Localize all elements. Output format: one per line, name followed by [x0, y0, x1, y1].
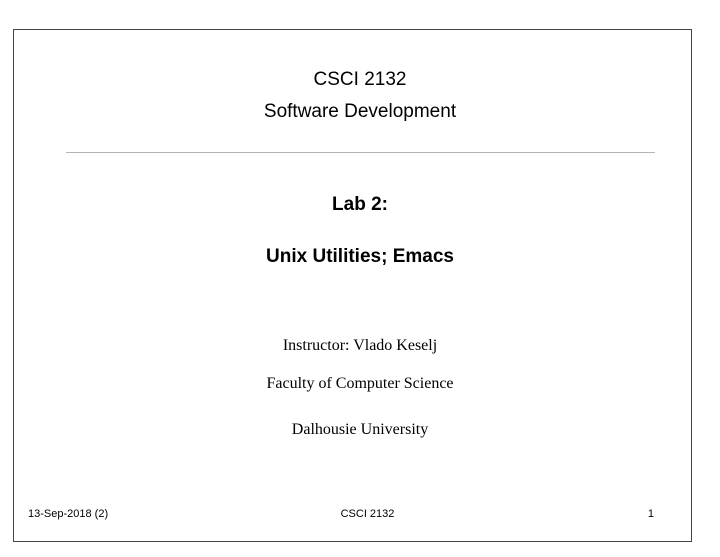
- course-code: CSCI 2132: [313, 69, 407, 90]
- faculty: Faculty of Computer Science: [266, 375, 454, 392]
- footer-course: CSCI 2132: [340, 508, 395, 520]
- course-name: Software Development: [263, 101, 457, 122]
- lab-topic: Unix Utilities; Emacs: [266, 246, 454, 267]
- page-number: 1: [647, 508, 654, 520]
- university: Dalhousie University: [291, 421, 429, 438]
- instructor: Instructor: Vlado Keselj: [282, 337, 438, 354]
- header-divider: [66, 152, 655, 153]
- lab-number: Lab 2:: [332, 194, 388, 215]
